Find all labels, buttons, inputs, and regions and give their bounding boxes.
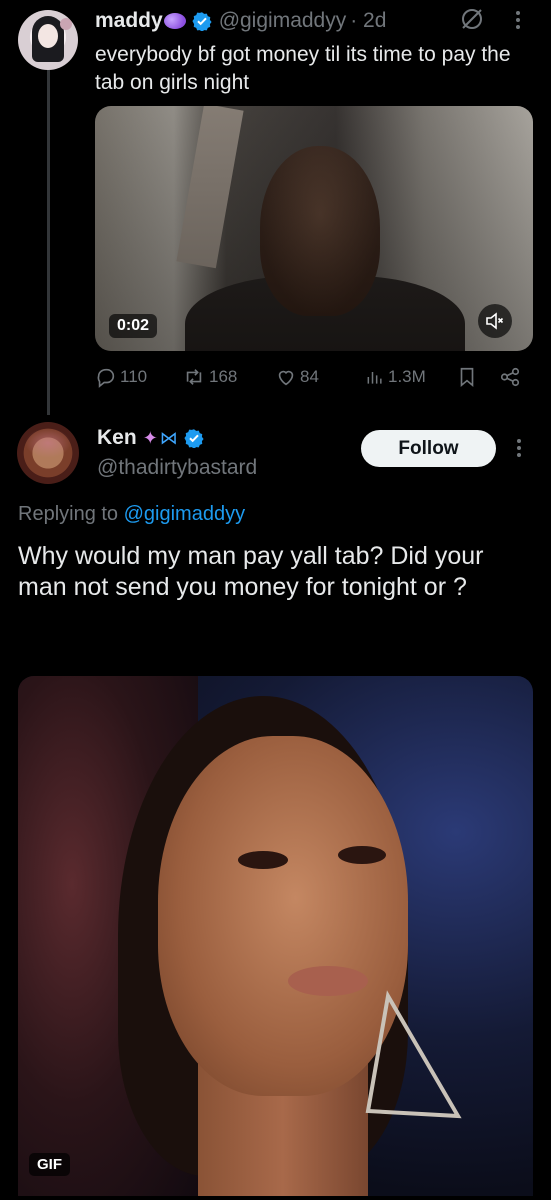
reply-button[interactable]: 110	[95, 366, 147, 388]
like-count: 84	[300, 367, 319, 386]
thread-line	[47, 70, 50, 415]
repost-count: 168	[209, 367, 238, 386]
handle[interactable]: @thadirtybastard	[97, 456, 257, 480]
more-options-icon[interactable]	[512, 436, 526, 462]
purple-heart-emoji-icon	[163, 13, 186, 29]
video-time-label: 0:02	[109, 314, 158, 338]
timestamp[interactable]: · 2d	[350, 9, 386, 33]
tweet1-text: everybody bf got money til its time to p…	[95, 43, 511, 94]
more-options-icon[interactable]	[511, 8, 525, 34]
handle[interactable]: @gigimaddyy	[219, 9, 347, 33]
gif-badge: GIF	[29, 1153, 70, 1176]
fairy-emoji-icon: ✦	[142, 427, 158, 448]
share-button[interactable]	[499, 366, 524, 388]
follow-button[interactable]: Follow	[361, 430, 496, 467]
replying-mention-link[interactable]: @gigimaddyy	[124, 503, 245, 525]
views-button[interactable]: 1.3M	[365, 366, 426, 388]
mute-button[interactable]	[478, 304, 512, 338]
tweet1-actions: 110 168 84 1.3M	[95, 366, 525, 392]
reply-count: 110	[120, 367, 148, 386]
avatar-maddy[interactable]	[18, 10, 78, 70]
reply-icon	[97, 368, 115, 388]
bookmark-icon	[460, 367, 474, 388]
views-count: 1.3M	[388, 367, 426, 386]
verified-badge-icon	[184, 428, 204, 448]
video-player[interactable]: 0:02	[95, 106, 533, 351]
repost-icon	[186, 369, 202, 385]
views-icon	[367, 372, 382, 384]
verified-badge-icon	[192, 11, 212, 31]
tweet2-text: Why would my man pay yall tab? Did your …	[18, 542, 484, 601]
gif-media[interactable]: GIF	[18, 676, 533, 1196]
mute-icon	[486, 312, 504, 330]
repost-button[interactable]: 168	[182, 366, 237, 388]
like-button[interactable]: 84	[275, 366, 319, 388]
butterfly-emoji-icon: ⋈	[159, 427, 178, 448]
replying-prefix: Replying to	[18, 503, 119, 525]
bookmark-button[interactable]	[456, 366, 481, 388]
avatar-ken[interactable]	[17, 422, 79, 484]
grok-icon[interactable]	[459, 6, 485, 32]
earring-shape	[365, 990, 462, 1119]
display-name[interactable]: maddy	[95, 9, 163, 33]
replying-to: Replying to @gigimaddyy	[18, 503, 245, 526]
tweet2-name-row: Ken ✦ ⋈	[97, 426, 204, 450]
display-name[interactable]: Ken	[97, 426, 137, 450]
share-icon	[500, 367, 520, 387]
tweet1-header: maddy @gigimaddyy · 2d	[95, 9, 386, 33]
heart-icon	[278, 370, 294, 386]
